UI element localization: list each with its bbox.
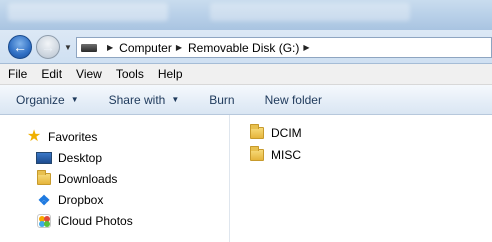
window-title-bar — [0, 0, 492, 30]
back-arrow-icon: ← — [13, 39, 27, 55]
file-name: DCIM — [271, 126, 302, 140]
nav-item-dropbox[interactable]: ❖ Dropbox — [36, 192, 104, 208]
share-with-button[interactable]: Share with ▼ — [109, 93, 180, 107]
nav-item-label: Downloads — [58, 172, 118, 186]
nav-item-label: Dropbox — [58, 193, 104, 207]
forward-arrow-icon: → — [41, 39, 55, 55]
drive-icon — [81, 43, 97, 52]
breadcrumb-chevron-icon[interactable]: ▶ — [107, 43, 113, 52]
command-bar: Organize ▼ Share with ▼ Burn New folder — [0, 85, 492, 115]
dropbox-icon: ❖ — [37, 192, 51, 208]
address-bar[interactable]: ▶ Computer ▶ Removable Disk (G:) ▶ — [76, 37, 492, 58]
nav-item-icloud-photos[interactable]: iCloud Photos — [36, 213, 133, 229]
organize-button[interactable]: Organize ▼ — [16, 93, 79, 107]
menu-help[interactable]: Help — [158, 67, 183, 81]
dropdown-arrow-icon: ▼ — [70, 95, 79, 104]
icloud-photos-icon — [37, 214, 51, 228]
menu-bar: File Edit View Tools Help — [0, 64, 492, 85]
back-button[interactable]: ← — [8, 35, 32, 59]
desktop-icon — [36, 152, 52, 164]
favorites-label: Favorites — [48, 130, 98, 144]
folder-icon — [250, 124, 264, 139]
navigation-pane: ★ Favorites Desktop Downloads ❖ Dropbox … — [0, 115, 230, 242]
nav-item-desktop[interactable]: Desktop — [36, 150, 102, 166]
nav-item-label: Desktop — [58, 151, 103, 165]
menu-file[interactable]: File — [8, 67, 27, 81]
breadcrumb-chevron-icon[interactable]: ▶ — [303, 43, 309, 52]
burn-label: Burn — [209, 92, 235, 107]
blurred-title — [8, 3, 168, 21]
address-row: ← → ▼ ▶ Computer ▶ Removable Disk (G:) ▶ — [0, 30, 492, 64]
blurred-tab — [210, 3, 410, 21]
menu-edit[interactable]: Edit — [41, 67, 62, 81]
organize-label: Organize — [16, 92, 65, 107]
breadcrumb-computer[interactable]: Computer — [119, 41, 172, 55]
nav-item-label: iCloud Photos — [58, 214, 133, 228]
breadcrumb-chevron-icon[interactable]: ▶ — [176, 43, 182, 52]
breadcrumb-removable-disk[interactable]: Removable Disk (G:) — [188, 41, 299, 55]
nav-favorites[interactable]: ★ Favorites — [26, 128, 98, 145]
favorites-star-icon: ★ — [26, 128, 42, 145]
nav-item-downloads[interactable]: Downloads — [36, 170, 118, 187]
recent-pages-chevron-icon[interactable]: ▼ — [64, 43, 72, 52]
folder-icon — [250, 146, 264, 161]
burn-button[interactable]: Burn — [209, 93, 234, 107]
file-list: DCIM MISC — [231, 115, 492, 242]
file-item-misc[interactable]: MISC — [249, 146, 301, 163]
forward-button[interactable]: → — [36, 35, 60, 59]
menu-tools[interactable]: Tools — [116, 67, 144, 81]
file-name: MISC — [271, 148, 301, 162]
dropdown-arrow-icon: ▼ — [171, 95, 180, 104]
share-with-label: Share with — [108, 92, 166, 107]
folder-icon — [37, 170, 51, 185]
new-folder-button[interactable]: New folder — [265, 93, 322, 107]
file-item-dcim[interactable]: DCIM — [249, 124, 302, 141]
new-folder-label: New folder — [264, 92, 322, 107]
menu-view[interactable]: View — [76, 67, 102, 81]
